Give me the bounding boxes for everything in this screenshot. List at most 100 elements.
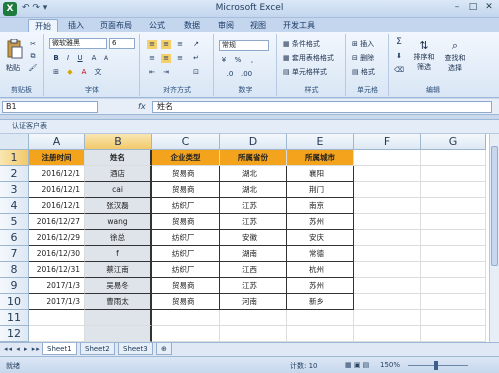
cell-a9[interactable]: 2017/1/3: [29, 278, 85, 294]
cell-c8[interactable]: 纺织厂: [152, 262, 220, 278]
cell-g1[interactable]: [421, 150, 486, 166]
cell-c2[interactable]: 贸易商: [152, 166, 220, 182]
cell-styles-button[interactable]: ▤ 单元格样式: [282, 66, 328, 78]
format-as-table-button[interactable]: ▦ 套用表格格式: [282, 52, 335, 64]
cell-d7[interactable]: 湖南: [220, 246, 287, 262]
cell-b2[interactable]: 酒店: [85, 166, 152, 182]
cell-f4[interactable]: [354, 198, 421, 214]
zoom-slider[interactable]: [408, 365, 468, 366]
column-header-d[interactable]: D: [220, 134, 287, 150]
select-all-corner[interactable]: [0, 134, 29, 150]
row-header-6[interactable]: 6: [0, 230, 29, 246]
cell-c5[interactable]: 贸易商: [152, 214, 220, 230]
cell-d12[interactable]: [220, 326, 287, 342]
cell-b1[interactable]: 姓名: [85, 150, 152, 166]
row-header-1[interactable]: 1: [0, 150, 29, 166]
cell-f6[interactable]: [354, 230, 421, 246]
cell-e8[interactable]: 杭州: [287, 262, 354, 278]
row-header-7[interactable]: 7: [0, 246, 29, 262]
format-button[interactable]: ▤ 格式: [351, 66, 376, 78]
align-left-icon[interactable]: ≡: [147, 54, 157, 63]
cell-b5[interactable]: wang: [85, 214, 152, 230]
tab-review[interactable]: 审阅: [218, 19, 234, 32]
cell-c6[interactable]: 纺织厂: [152, 230, 220, 246]
align-right-icon[interactable]: ≡: [175, 54, 185, 63]
fill-icon[interactable]: ⬇: [394, 52, 404, 61]
cell-d11[interactable]: [220, 310, 287, 326]
tab-page-layout[interactable]: 页面布局: [100, 19, 132, 32]
cell-g7[interactable]: [421, 246, 486, 262]
font-name-combo[interactable]: 微软雅黑: [49, 38, 107, 49]
cell-f11[interactable]: [354, 310, 421, 326]
cell-g8[interactable]: [421, 262, 486, 278]
cell-f12[interactable]: [354, 326, 421, 342]
conditional-format-button[interactable]: ▦ 条件格式: [282, 38, 321, 50]
cell-g11[interactable]: [421, 310, 486, 326]
cell-e12[interactable]: [287, 326, 354, 342]
view-mode-icons[interactable]: ▦ ▣ ▤: [345, 361, 369, 369]
cell-a8[interactable]: 2016/12/31: [29, 262, 85, 278]
find-select-button[interactable]: ⌕ 查找和 选择: [440, 38, 470, 74]
increase-decimal-icon[interactable]: .0: [225, 70, 235, 79]
cell-e6[interactable]: 安庆: [287, 230, 354, 246]
column-header-a[interactable]: A: [29, 134, 85, 150]
cell-b7[interactable]: f: [85, 246, 152, 262]
number-format-combo[interactable]: 常规: [219, 40, 269, 51]
cell-g2[interactable]: [421, 166, 486, 182]
cell-f3[interactable]: [354, 182, 421, 198]
insert-button[interactable]: ⊞ 插入: [351, 38, 375, 50]
cell-b10[interactable]: 曹雨太: [85, 294, 152, 310]
copy-icon[interactable]: ⧉: [28, 52, 38, 61]
cell-a4[interactable]: 2016/12/1: [29, 198, 85, 214]
percent-button[interactable]: %: [233, 56, 243, 65]
cell-a1[interactable]: 注册时间: [29, 150, 85, 166]
cell-e4[interactable]: 南京: [287, 198, 354, 214]
sheet-tab-3[interactable]: Sheet3: [118, 343, 153, 355]
cell-b12[interactable]: [85, 326, 152, 342]
cell-e10[interactable]: 新乡: [287, 294, 354, 310]
maximize-icon[interactable]: □: [465, 2, 481, 12]
zoom-slider-knob[interactable]: [434, 361, 438, 370]
comma-button[interactable]: ,: [247, 56, 257, 65]
cell-f9[interactable]: [354, 278, 421, 294]
cell-d3[interactable]: 湖北: [220, 182, 287, 198]
cell-f2[interactable]: [354, 166, 421, 182]
tab-insert[interactable]: 插入: [68, 19, 84, 32]
autosum-button[interactable]: Σ: [394, 38, 404, 47]
clear-icon[interactable]: ⌫: [394, 66, 404, 75]
cell-c11[interactable]: [152, 310, 220, 326]
border-icon[interactable]: ⊞: [51, 68, 61, 77]
cell-d5[interactable]: 江苏: [220, 214, 287, 230]
cell-d8[interactable]: 江西: [220, 262, 287, 278]
underline-button[interactable]: U: [75, 54, 85, 63]
cell-a12[interactable]: [29, 326, 85, 342]
cell-c4[interactable]: 纺织厂: [152, 198, 220, 214]
cell-g5[interactable]: [421, 214, 486, 230]
cell-g6[interactable]: [421, 230, 486, 246]
formula-input[interactable]: 姓名: [152, 101, 492, 113]
font-grow-icon[interactable]: A: [89, 54, 99, 63]
row-header-2[interactable]: 2: [0, 166, 29, 182]
decrease-indent-icon[interactable]: ⇤: [147, 68, 157, 77]
cell-g4[interactable]: [421, 198, 486, 214]
tab-data[interactable]: 数据: [184, 19, 200, 32]
align-top-icon[interactable]: ≡: [147, 40, 157, 49]
row-header-12[interactable]: 12: [0, 326, 29, 342]
cell-f5[interactable]: [354, 214, 421, 230]
wrap-text-icon[interactable]: ↵: [191, 54, 201, 63]
fx-label[interactable]: fx: [138, 102, 146, 111]
cell-a7[interactable]: 2016/12/30: [29, 246, 85, 262]
row-header-11[interactable]: 11: [0, 310, 29, 326]
cell-g9[interactable]: [421, 278, 486, 294]
cell-c7[interactable]: 纺织厂: [152, 246, 220, 262]
cell-f7[interactable]: [354, 246, 421, 262]
font-size-combo[interactable]: 6: [109, 38, 135, 49]
cell-g12[interactable]: [421, 326, 486, 342]
cell-e11[interactable]: [287, 310, 354, 326]
cut-icon[interactable]: ✂: [28, 40, 38, 49]
cell-d9[interactable]: 江苏: [220, 278, 287, 294]
sheet-tab-2[interactable]: Sheet2: [80, 343, 115, 355]
tab-developer[interactable]: 开发工具: [283, 19, 315, 32]
cell-e2[interactable]: 襄阳: [287, 166, 354, 182]
sheet-tab-1[interactable]: Sheet1: [42, 343, 77, 355]
